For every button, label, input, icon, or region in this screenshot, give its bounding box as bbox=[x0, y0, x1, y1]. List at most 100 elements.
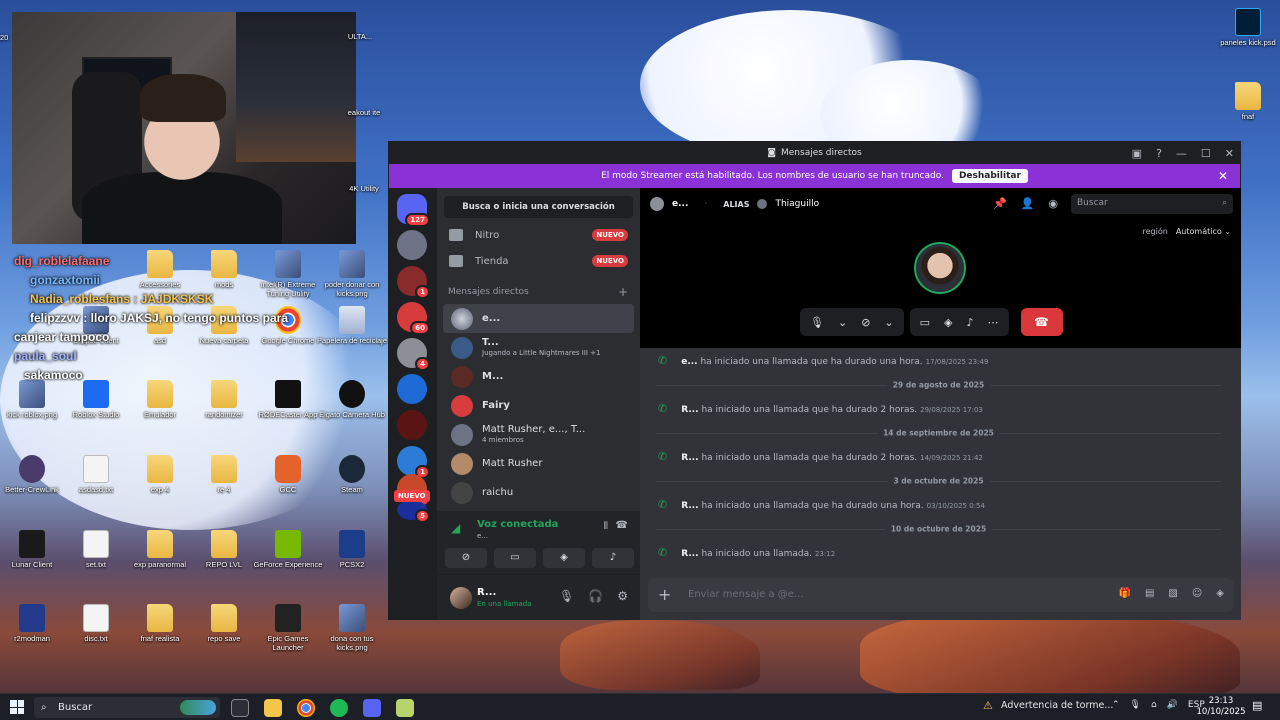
desktop-icon[interactable]: eakout ite bbox=[344, 108, 384, 117]
task-view-icon[interactable] bbox=[231, 699, 249, 717]
headphones-icon[interactable]: 🎧 bbox=[588, 589, 603, 603]
gif-icon[interactable]: ▤ bbox=[1145, 588, 1154, 599]
add-friend-icon[interactable]: 👤 bbox=[1021, 197, 1035, 210]
desktop-icon[interactable]: kick roblox.png bbox=[0, 380, 68, 419]
server-icon[interactable] bbox=[397, 374, 427, 404]
chevron-down-icon[interactable]: ⌄ bbox=[884, 316, 893, 329]
weather-warning[interactable]: Advertencia de torme... bbox=[1001, 700, 1113, 711]
dm-item[interactable]: M... bbox=[443, 362, 634, 391]
desktop-icon[interactable]: re 4 bbox=[188, 455, 260, 494]
server-icon[interactable] bbox=[397, 230, 427, 260]
hang-up-button[interactable]: ☎ bbox=[1020, 308, 1063, 336]
file-explorer-icon[interactable] bbox=[264, 699, 282, 717]
emoji-icon[interactable]: ☺ bbox=[1192, 588, 1202, 599]
steam-icon[interactable]: Steam bbox=[316, 455, 388, 494]
microphone-icon[interactable]: 🎙 bbox=[810, 316, 824, 329]
dm-item[interactable]: Matt Rusher bbox=[443, 449, 634, 478]
microphone-icon[interactable]: 🎙 bbox=[1130, 700, 1141, 710]
home-dm-button[interactable]: 127 bbox=[397, 194, 430, 227]
desktop-icon[interactable]: r2modman bbox=[0, 604, 68, 643]
profile-icon[interactable]: ◉ bbox=[1048, 197, 1058, 210]
camera-off-button[interactable]: ⊘ bbox=[445, 548, 487, 568]
desktop-icon[interactable]: fnaf bbox=[1212, 82, 1280, 121]
soundboard-icon[interactable]: ♪ bbox=[967, 316, 974, 329]
desktop-icon[interactable]: ULTA... bbox=[340, 32, 380, 41]
desktop-icon[interactable]: asdasd.txt bbox=[60, 455, 132, 494]
epic-games-icon[interactable]: Epic Games Launcher bbox=[252, 604, 324, 652]
desktop-icon[interactable]: exp paranormal bbox=[124, 530, 196, 569]
spotify-icon[interactable] bbox=[330, 699, 348, 717]
desktop-icon[interactable]: disc.txt bbox=[60, 604, 132, 643]
activity-button[interactable]: ◈ bbox=[543, 548, 585, 568]
volume-icon[interactable]: 🔊 bbox=[1167, 700, 1178, 710]
pin-icon[interactable]: 📌 bbox=[993, 197, 1007, 210]
geforce-icon[interactable]: GeForce Experience bbox=[252, 530, 324, 569]
server-icon[interactable]: 4 bbox=[397, 338, 430, 371]
clock[interactable]: 23:13 10/10/2025 bbox=[1196, 696, 1246, 718]
region-selector[interactable]: región Automático ⌄ bbox=[1143, 227, 1231, 236]
more-icon[interactable]: ⋯ bbox=[988, 316, 999, 329]
minimize-button[interactable]: — bbox=[1176, 147, 1187, 160]
search-input[interactable]: Buscar ⌕ bbox=[1071, 194, 1233, 214]
psd-file-icon[interactable]: paneles kick.psd bbox=[1212, 8, 1280, 47]
desktop-icon[interactable]: dona con tus kicks.png bbox=[316, 604, 388, 652]
noise-suppression-icon[interactable]: ⦀ bbox=[604, 521, 608, 532]
inbox-icon[interactable]: ▣ bbox=[1132, 147, 1142, 160]
gear-icon[interactable]: ⚙ bbox=[617, 589, 628, 603]
chevron-up-icon[interactable]: ⌃ bbox=[1112, 700, 1120, 710]
close-button[interactable]: ✕ bbox=[1225, 147, 1234, 160]
desktop-icon[interactable]: randomizer bbox=[188, 380, 260, 419]
roblox-studio-icon[interactable]: Roblox Studio bbox=[60, 380, 132, 419]
desktop-icon[interactable]: repo save bbox=[188, 604, 260, 643]
message-composer[interactable]: + Enviar mensaje a @e... 🎁 ▤ ▧ ☺ ◈ bbox=[648, 578, 1234, 612]
add-dm-button[interactable]: + bbox=[618, 285, 628, 299]
desktop-icon[interactable]: PCSX2 bbox=[316, 530, 388, 569]
message-input[interactable]: Enviar mensaje a @e... bbox=[688, 589, 803, 600]
windows-start-button[interactable] bbox=[10, 700, 24, 714]
desktop-icon[interactable]: 4K Utility bbox=[344, 184, 384, 193]
server-icon[interactable]: 5 bbox=[397, 500, 430, 523]
nav-shop[interactable]: Tienda NUEVO bbox=[437, 248, 640, 274]
soundboard-button[interactable]: ♪ bbox=[592, 548, 634, 568]
activity-icon[interactable]: ◈ bbox=[1216, 588, 1224, 599]
chrome-icon[interactable] bbox=[297, 699, 315, 717]
app-icon[interactable] bbox=[396, 699, 414, 717]
find-conversation-button[interactable]: Busca o inicia una conversación bbox=[444, 196, 633, 218]
microphone-icon[interactable]: 🎙 bbox=[559, 589, 574, 603]
dm-item[interactable]: e... bbox=[443, 304, 634, 333]
elgato-icon[interactable]: Elgato Camera Hub bbox=[316, 380, 388, 419]
screen-share-button[interactable]: ▭ bbox=[494, 548, 536, 568]
dm-item[interactable]: Fairy bbox=[443, 391, 634, 420]
dm-item[interactable]: raichu bbox=[443, 478, 634, 507]
desktop-icon[interactable]: Better-CrewLink bbox=[0, 455, 68, 494]
desktop-icon[interactable]: fnaf realista bbox=[124, 604, 196, 643]
desktop-icon[interactable]: Emulador bbox=[124, 380, 196, 419]
desktop-icon[interactable]: Lunar Client bbox=[0, 530, 68, 569]
chevron-down-icon[interactable]: ⌄ bbox=[838, 316, 847, 329]
plus-icon[interactable]: + bbox=[658, 585, 671, 604]
notifications-icon[interactable]: ▤ bbox=[1252, 699, 1262, 712]
disconnect-icon[interactable]: ☎ bbox=[616, 520, 628, 531]
desktop-icon[interactable]: REPO LVL bbox=[188, 530, 260, 569]
rodecaster-icon[interactable]: RØDECaster App bbox=[252, 380, 324, 419]
sticker-icon[interactable]: ▧ bbox=[1168, 588, 1177, 599]
avatar[interactable] bbox=[450, 587, 472, 609]
dm-group-item[interactable]: Matt Rusher, e..., T... 4 miembros bbox=[443, 420, 634, 449]
desktop-icon[interactable]: poder donar con kicks.png bbox=[316, 250, 388, 298]
desktop-icon[interactable]: GCC bbox=[252, 455, 324, 494]
gift-icon[interactable]: 🎁 bbox=[1119, 588, 1131, 599]
screen-share-icon[interactable]: ▭ bbox=[920, 316, 930, 329]
activity-icon[interactable]: ◈ bbox=[944, 316, 952, 329]
recycle-bin-icon[interactable]: Papelera de reciclaje bbox=[316, 306, 388, 345]
dm-item[interactable]: T... Jugando a Little Nightmares III +1 bbox=[443, 333, 634, 362]
nav-nitro[interactable]: Nitro NUEVO bbox=[437, 222, 640, 248]
desktop-icon[interactable]: exp 4 bbox=[124, 455, 196, 494]
server-icon[interactable]: 60 bbox=[397, 302, 430, 335]
server-icon[interactable]: 1 bbox=[397, 446, 430, 479]
disable-streamer-button[interactable]: Deshabilitar bbox=[951, 169, 1028, 183]
discord-icon[interactable] bbox=[363, 699, 381, 717]
camera-off-icon[interactable]: ⊘ bbox=[861, 316, 870, 329]
help-icon[interactable]: ? bbox=[1156, 147, 1162, 160]
server-icon[interactable] bbox=[397, 410, 427, 440]
desktop-icon[interactable]: set.txt bbox=[60, 530, 132, 569]
